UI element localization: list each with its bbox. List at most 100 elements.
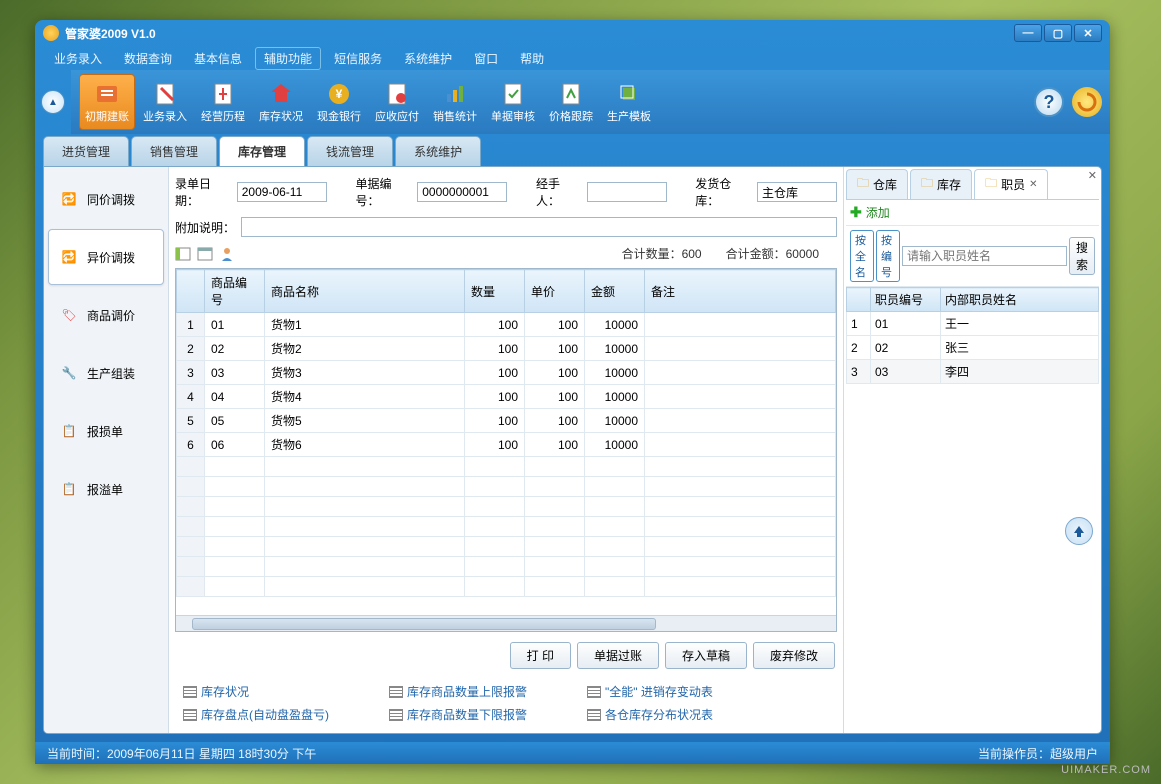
staff-row[interactable]: 303李四	[847, 360, 1099, 384]
search-button[interactable]: 搜索	[1069, 237, 1095, 275]
main-grid[interactable]: 商品编号商品名称数量单价金额备注101货物110010010000202货物21…	[175, 268, 837, 632]
brand-icon[interactable]	[1072, 87, 1102, 117]
grid-header-5[interactable]: 金额	[585, 270, 645, 313]
quick-link[interactable]: 库存商品数量上限报警	[389, 683, 527, 700]
grid-cols-icon[interactable]	[175, 246, 191, 262]
collapse-toolbar-icon[interactable]: ▲	[41, 90, 65, 114]
table-row[interactable]	[177, 517, 836, 537]
filter-code-button[interactable]: 按编号	[876, 230, 900, 282]
menu-item-5[interactable]: 系统维护	[395, 47, 461, 70]
grid-header-1[interactable]: 商品编号	[205, 270, 265, 313]
h-scrollbar[interactable]	[176, 615, 836, 631]
right-tab-2[interactable]: 🗀职员✕	[974, 169, 1048, 199]
table-row[interactable]	[177, 477, 836, 497]
staff-row[interactable]: 101王一	[847, 312, 1099, 336]
menu-item-7[interactable]: 帮助	[511, 47, 553, 70]
right-tab-1[interactable]: 🗀库存	[910, 169, 972, 199]
toolbar-btn-0[interactable]: 初期建账	[79, 74, 135, 130]
main-tab-0[interactable]: 进货管理	[43, 136, 129, 166]
sidebar-item-5[interactable]: 📋报溢单	[48, 461, 164, 517]
table-row[interactable]: 505货物510010010000	[177, 409, 836, 433]
date-input[interactable]	[237, 182, 327, 202]
rgrid-header-0[interactable]	[847, 288, 871, 312]
save-draft-button[interactable]: 存入草稿	[665, 642, 747, 669]
table-row[interactable]: 404货物410010010000	[177, 385, 836, 409]
docno-input[interactable]	[417, 182, 507, 202]
menu-item-1[interactable]: 数据查询	[115, 47, 181, 70]
quick-link[interactable]: "全能" 进销存变动表	[587, 683, 713, 700]
toolbar-btn-1[interactable]: 业务录入	[137, 74, 193, 130]
sidebar-item-2[interactable]: 🏷商品调价	[48, 287, 164, 343]
add-button[interactable]: ✚ 添加	[846, 200, 1099, 226]
filter-fullname-button[interactable]: 按全名	[850, 230, 874, 282]
grid-header-4[interactable]: 单价	[525, 270, 585, 313]
titlebar[interactable]: 管家婆2009 V1.0 — ▢ ✕	[35, 20, 1110, 46]
handler-input[interactable]	[587, 182, 667, 202]
print-button[interactable]: 打 印	[510, 642, 571, 669]
minimize-button[interactable]: —	[1014, 24, 1042, 42]
toolbar-btn-4[interactable]: ¥现金银行	[311, 74, 367, 130]
menu-item-0[interactable]: 业务录入	[45, 47, 111, 70]
docno-label: 单据编号：	[355, 175, 411, 209]
sidebar-icon-5: 📋	[59, 479, 79, 499]
menu-item-3[interactable]: 辅助功能	[255, 47, 321, 70]
handler-label: 经手人：	[536, 175, 581, 209]
arrow-up-icon[interactable]	[1065, 517, 1093, 545]
menu-item-6[interactable]: 窗口	[465, 47, 507, 70]
table-row[interactable]	[177, 457, 836, 477]
menu-item-4[interactable]: 短信服务	[325, 47, 391, 70]
table-row[interactable]: 606货物610010010000	[177, 433, 836, 457]
status-time-value: 2009年06月11日 星期四 18时30分 下午	[107, 745, 316, 762]
sidebar-item-1[interactable]: 🔁异价调拨	[48, 229, 164, 285]
grid-header-0[interactable]	[177, 270, 205, 313]
main-tab-1[interactable]: 销售管理	[131, 136, 217, 166]
grid-header-2[interactable]: 商品名称	[265, 270, 465, 313]
table-row[interactable]	[177, 537, 836, 557]
table-row[interactable]: 202货物210010010000	[177, 337, 836, 361]
close-button[interactable]: ✕	[1074, 24, 1102, 42]
table-row[interactable]: 303货物310010010000	[177, 361, 836, 385]
grid-settings-icon[interactable]	[197, 246, 213, 262]
grid-icon	[587, 709, 601, 721]
quick-link[interactable]: 库存商品数量下限报警	[389, 706, 527, 723]
main-tab-2[interactable]: 库存管理	[219, 136, 305, 166]
grid-header-3[interactable]: 数量	[465, 270, 525, 313]
warehouse-input[interactable]	[757, 182, 837, 202]
sum-qty-label: 合计数量：	[622, 247, 682, 261]
sidebar-item-4[interactable]: 📋报损单	[48, 403, 164, 459]
toolbar-btn-5[interactable]: 应收应付	[369, 74, 425, 130]
toolbar-btn-6[interactable]: 销售统计	[427, 74, 483, 130]
quick-link[interactable]: 库存状况	[183, 683, 329, 700]
table-row[interactable]	[177, 577, 836, 597]
person-icon[interactable]	[219, 246, 235, 262]
memo-input[interactable]	[241, 217, 837, 237]
quick-link[interactable]: 库存盘点(自动盘盈盘亏)	[183, 706, 329, 723]
panel-close-icon[interactable]: ✕	[1088, 169, 1097, 182]
help-icon[interactable]: ?	[1034, 87, 1064, 117]
toolbar-btn-2[interactable]: 经营历程	[195, 74, 251, 130]
toolbar-btn-3[interactable]: 库存状况	[253, 74, 309, 130]
sidebar-item-0[interactable]: 🔁同价调拨	[48, 171, 164, 227]
discard-button[interactable]: 废弃修改	[753, 642, 835, 669]
toolbar-btn-7[interactable]: 单据审核	[485, 74, 541, 130]
table-row[interactable]: 101货物110010010000	[177, 313, 836, 337]
table-row[interactable]	[177, 497, 836, 517]
right-tab-0[interactable]: 🗀仓库	[846, 169, 908, 199]
main-tab-3[interactable]: 钱流管理	[307, 136, 393, 166]
staff-grid[interactable]: 职员编号内部职员姓名101王一202张三303李四	[846, 287, 1099, 384]
search-input[interactable]	[902, 246, 1067, 266]
maximize-button[interactable]: ▢	[1044, 24, 1072, 42]
grid-header-6[interactable]: 备注	[645, 270, 836, 313]
tab-close-icon[interactable]: ✕	[1029, 179, 1037, 190]
table-row[interactable]	[177, 557, 836, 577]
main-tab-4[interactable]: 系统维护	[395, 136, 481, 166]
post-button[interactable]: 单据过账	[577, 642, 659, 669]
menu-item-2[interactable]: 基本信息	[185, 47, 251, 70]
rgrid-header-1[interactable]: 职员编号	[871, 288, 941, 312]
sidebar-item-3[interactable]: 🔧生产组装	[48, 345, 164, 401]
toolbar-btn-9[interactable]: 生产模板	[601, 74, 657, 130]
staff-row[interactable]: 202张三	[847, 336, 1099, 360]
toolbar-btn-8[interactable]: 价格跟踪	[543, 74, 599, 130]
rgrid-header-2[interactable]: 内部职员姓名	[941, 288, 1099, 312]
quick-link[interactable]: 各仓库存分布状况表	[587, 706, 713, 723]
